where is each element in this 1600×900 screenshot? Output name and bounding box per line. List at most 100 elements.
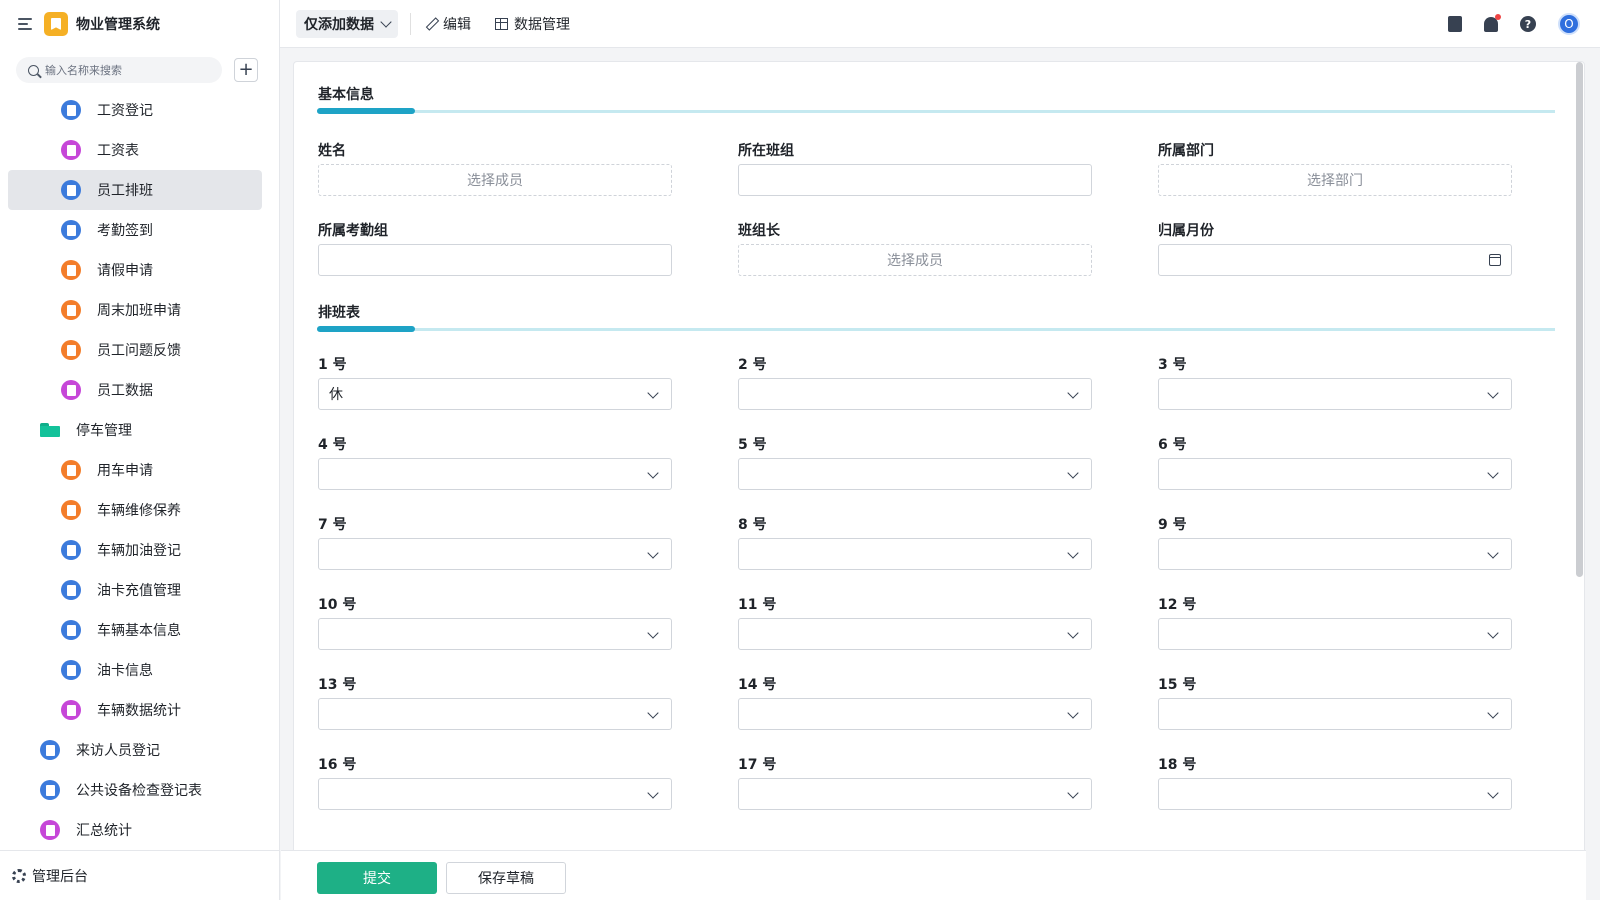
sidebar-item-label: 员工排班: [97, 183, 153, 199]
name-member-picker[interactable]: 选择成员: [318, 164, 672, 196]
chevron-down-icon: [1067, 707, 1079, 719]
day-select[interactable]: [318, 538, 672, 570]
sidebar-item-label: 周末加班申请: [97, 303, 181, 319]
leader-label: 班组长: [738, 223, 780, 239]
chart-icon: [61, 700, 81, 720]
team-label: 所在班组: [738, 143, 794, 159]
day-select[interactable]: [318, 698, 672, 730]
day-select[interactable]: [318, 618, 672, 650]
team-input[interactable]: [738, 164, 1092, 196]
day-label: 5 号: [738, 437, 767, 453]
day-select[interactable]: [738, 458, 1092, 490]
day-label: 9 号: [1158, 517, 1187, 533]
sidebar-nav: 工资登记工资表员工排班考勤签到请假申请周末加班申请员工问题反馈 员工数据停车管理用…: [0, 90, 280, 850]
app-logo-icon: [44, 12, 68, 36]
sidebar-item-label: 油卡充值管理: [97, 583, 181, 599]
data-manage-button[interactable]: 数据管理: [495, 14, 570, 34]
edit-button[interactable]: 编辑: [425, 14, 471, 34]
mode-dropdown[interactable]: 仅添加数据: [296, 9, 398, 38]
day-label: 2 号: [738, 357, 767, 373]
sidebar-item[interactable]: 车辆维修保养: [0, 490, 280, 530]
add-button[interactable]: +: [234, 58, 258, 82]
sidebar-item[interactable]: 工资登记: [0, 90, 280, 130]
sidebar-item-label: 公共设备检查登记表: [76, 783, 202, 799]
form-footer: 提交 保存草稿: [281, 850, 1586, 900]
save-draft-button[interactable]: 保存草稿: [446, 862, 566, 894]
day-select[interactable]: [318, 458, 672, 490]
sidebar-item-label: 车辆维修保养: [97, 503, 181, 519]
menu-toggle-icon[interactable]: [18, 18, 34, 30]
sidebar-item[interactable]: 工资表: [0, 130, 280, 170]
day-select[interactable]: [738, 778, 1092, 810]
chevron-down-icon: [1487, 787, 1499, 799]
dept-picker[interactable]: 选择部门: [1158, 164, 1512, 196]
sidebar-item-label: 工资表: [97, 143, 139, 159]
chevron-down-icon: [647, 387, 659, 399]
sidebar-item[interactable]: 油卡充值管理: [0, 570, 280, 610]
sidebar-item[interactable]: 请假申请: [0, 250, 280, 290]
day-select[interactable]: [1158, 458, 1512, 490]
chevron-down-icon: [1067, 627, 1079, 639]
day-select[interactable]: [1158, 378, 1512, 410]
day-select[interactable]: [738, 378, 1092, 410]
sidebar-item[interactable]: 公共设备检查登记表: [0, 770, 280, 810]
section-divider: [317, 326, 1555, 332]
submit-button[interactable]: 提交: [317, 862, 437, 894]
day-select[interactable]: [1158, 618, 1512, 650]
sidebar-item-label: 考勤签到: [97, 223, 153, 239]
day-select[interactable]: [738, 618, 1092, 650]
admin-link[interactable]: 管理后台: [0, 850, 280, 900]
sidebar-item[interactable]: 汇总统计: [0, 810, 280, 850]
sidebar-item[interactable]: 车辆数据统计: [0, 690, 280, 730]
document-icon: [61, 540, 81, 560]
admin-label: 管理后台: [32, 868, 88, 885]
search-row: 输入名称来搜索 +: [0, 57, 279, 83]
sidebar-item[interactable]: 员工问题反馈: [0, 330, 280, 370]
truck-icon: [61, 460, 81, 480]
chevron-down-icon: [1487, 627, 1499, 639]
day-label: 18 号: [1158, 757, 1197, 773]
day-select[interactable]: [738, 538, 1092, 570]
sidebar-item-label: 油卡信息: [97, 663, 153, 679]
sidebar-item-label: 用车申请: [97, 463, 153, 479]
top-toolbar: 仅添加数据 编辑 数据管理 ? O: [280, 0, 1600, 48]
day-select[interactable]: [1158, 698, 1512, 730]
sidebar-item[interactable]: 员工数据: [0, 370, 280, 410]
month-date-input[interactable]: [1158, 244, 1512, 276]
avatar[interactable]: O: [1558, 13, 1580, 35]
sidebar-item[interactable]: 周末加班申请: [0, 290, 280, 330]
search-input[interactable]: 输入名称来搜索: [16, 57, 222, 83]
help-icon[interactable]: ?: [1520, 16, 1536, 32]
notification-bell-icon[interactable]: [1484, 13, 1501, 32]
sidebar-item-label: 停车管理: [76, 423, 132, 439]
book-icon[interactable]: [1448, 16, 1462, 32]
sidebar-item-label: 工资登记: [97, 103, 153, 119]
sidebar-item[interactable]: 油卡信息: [0, 650, 280, 690]
sidebar-item[interactable]: 员工排班: [8, 170, 262, 210]
calendar-icon: [1489, 254, 1501, 266]
chevron-down-icon: [1487, 467, 1499, 479]
sidebar-item[interactable]: 车辆加油登记: [0, 530, 280, 570]
document-icon: [40, 780, 60, 800]
document-icon: [40, 740, 60, 760]
document-icon: [61, 660, 81, 680]
attendance-input[interactable]: [318, 244, 672, 276]
day-select[interactable]: [738, 698, 1092, 730]
document-icon: [61, 620, 81, 640]
name-label: 姓名: [318, 143, 346, 159]
chevron-down-icon: [647, 627, 659, 639]
search-icon: [28, 64, 39, 76]
edit-label: 编辑: [443, 16, 471, 33]
sidebar-item[interactable]: 停车管理: [0, 410, 280, 450]
sidebar-item[interactable]: 车辆基本信息: [0, 610, 280, 650]
sidebar-item[interactable]: 考勤签到: [0, 210, 280, 250]
day-label: 6 号: [1158, 437, 1187, 453]
day-select[interactable]: [1158, 538, 1512, 570]
sidebar-item[interactable]: 用车申请: [0, 450, 280, 490]
day-select[interactable]: 休: [318, 378, 672, 410]
day-select[interactable]: [1158, 778, 1512, 810]
scrollbar[interactable]: [1576, 62, 1583, 577]
leader-member-picker[interactable]: 选择成员: [738, 244, 1092, 276]
sidebar-item[interactable]: 来访人员登记: [0, 730, 280, 770]
day-select[interactable]: [318, 778, 672, 810]
